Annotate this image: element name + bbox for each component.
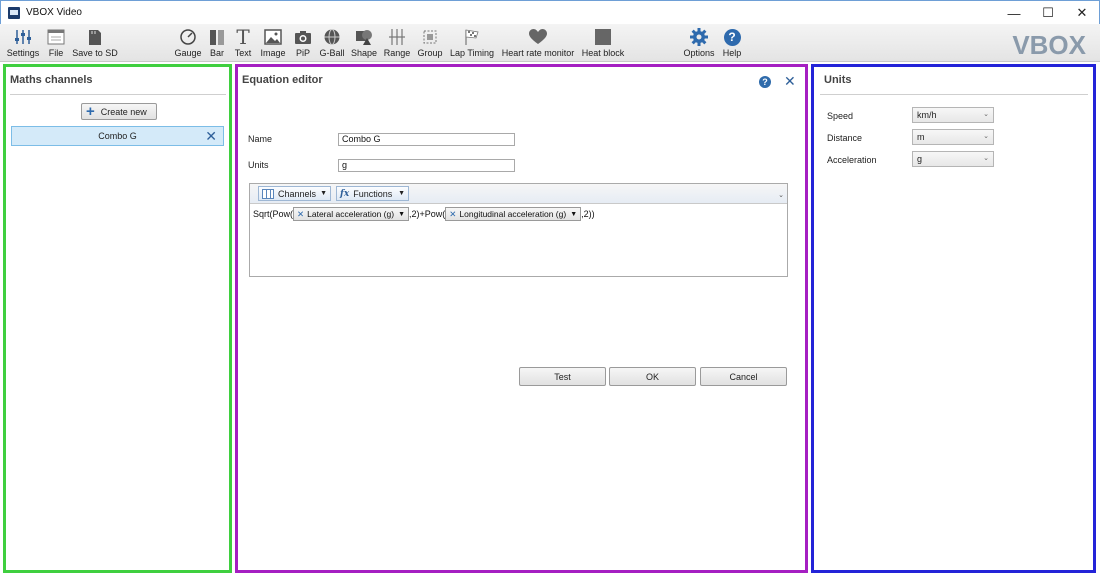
equation-box[interactable]: Channels ▼ fx Functions ▼ ⌄ Sqrt(Pow( ✕ … bbox=[249, 183, 788, 277]
lap-timing-button[interactable]: Lap Timing bbox=[449, 27, 495, 60]
heat-block-button[interactable]: Heat block bbox=[581, 27, 625, 60]
help-button[interactable]: ? Help bbox=[720, 27, 744, 60]
test-button[interactable]: Test bbox=[519, 367, 606, 386]
gear-icon bbox=[690, 27, 708, 47]
chevron-down-icon: ⌄ bbox=[983, 111, 989, 118]
group-icon bbox=[421, 27, 439, 47]
satellite-icon: ✕ bbox=[449, 208, 457, 219]
vbox-logo: VBOX bbox=[1012, 30, 1086, 60]
distance-label: Distance bbox=[827, 133, 863, 143]
bar-button[interactable]: Bar bbox=[207, 27, 227, 60]
settings-button[interactable]: Settings bbox=[6, 27, 40, 60]
units-field[interactable]: g bbox=[338, 159, 515, 172]
create-new-button[interactable]: + Create new bbox=[81, 103, 157, 120]
shape-icon bbox=[355, 27, 373, 47]
text-button[interactable]: T Text bbox=[232, 27, 254, 60]
units-label: Units bbox=[248, 160, 269, 170]
main-toolbar: Settings File Save to SD Gauge Bar T Tex… bbox=[0, 24, 1100, 62]
speed-unit-select[interactable]: km/h ⌄ bbox=[912, 107, 994, 123]
save-to-sd-button[interactable]: Save to SD bbox=[72, 27, 118, 60]
maximize-button[interactable]: ☐ bbox=[1031, 1, 1065, 25]
longitudinal-acceleration-chip[interactable]: ✕ Longitudinal acceleration (g) ▼ bbox=[445, 207, 582, 221]
g-ball-button[interactable]: G-Ball bbox=[318, 27, 346, 60]
heart-rate-monitor-button[interactable]: Heart rate monitor bbox=[501, 27, 575, 60]
chevron-down-icon: ⌄ bbox=[983, 155, 989, 162]
globe-icon bbox=[323, 27, 341, 47]
shape-button[interactable]: Shape bbox=[350, 27, 378, 60]
cancel-button[interactable]: Cancel bbox=[700, 367, 787, 386]
chevron-down-icon: ⌄ bbox=[983, 133, 989, 140]
equation-editor-title: Equation editor bbox=[242, 74, 323, 86]
satellite-icon: ✕ bbox=[297, 208, 305, 219]
close-window-button[interactable]: ✕ bbox=[1065, 1, 1099, 25]
channel-name: Combo G bbox=[98, 131, 137, 141]
distance-unit-select[interactable]: m ⌄ bbox=[912, 129, 994, 145]
lateral-acceleration-chip[interactable]: ✕ Lateral acceleration (g) ▼ bbox=[293, 207, 410, 221]
minimize-button[interactable]: — bbox=[997, 1, 1031, 25]
checkered-flag-icon bbox=[463, 27, 481, 47]
channels-dropdown[interactable]: Channels ▼ bbox=[258, 186, 331, 201]
function-icon: fx bbox=[340, 188, 350, 199]
plus-icon: + bbox=[86, 102, 95, 120]
sd-card-icon bbox=[88, 27, 102, 47]
name-label: Name bbox=[248, 134, 273, 144]
equation-toolbar: Channels ▼ fx Functions ▼ ⌄ bbox=[250, 184, 787, 204]
chevron-down-icon: ▼ bbox=[570, 210, 578, 218]
close-icon[interactable]: ✕ bbox=[784, 73, 796, 90]
range-button[interactable]: Range bbox=[383, 27, 411, 60]
acceleration-unit-select[interactable]: g ⌄ bbox=[912, 151, 994, 167]
functions-dropdown[interactable]: fx Functions ▼ bbox=[336, 186, 409, 201]
pip-button[interactable]: PiP bbox=[292, 27, 314, 60]
equation-editor-panel: Equation editor ? ✕ Name Combo G Units g… bbox=[235, 64, 808, 573]
image-button[interactable]: Image bbox=[259, 27, 287, 60]
range-icon bbox=[388, 27, 406, 47]
text-icon: T bbox=[236, 25, 250, 49]
speed-label: Speed bbox=[827, 111, 854, 121]
divider bbox=[820, 94, 1088, 95]
maths-channels-panel: Maths channels + Create new Combo G ✕ bbox=[3, 64, 232, 573]
create-new-label: Create new bbox=[100, 106, 147, 117]
help-icon: ? bbox=[723, 27, 741, 47]
gauge-icon bbox=[179, 27, 197, 47]
chevron-down-icon: ▼ bbox=[398, 190, 405, 197]
heart-icon bbox=[529, 27, 547, 47]
table-icon bbox=[262, 188, 274, 199]
chevron-down-icon: ▼ bbox=[398, 210, 406, 218]
help-icon[interactable]: ? bbox=[759, 76, 771, 88]
gauge-button[interactable]: Gauge bbox=[174, 27, 202, 60]
list-item[interactable]: Combo G ✕ bbox=[11, 126, 224, 146]
options-button[interactable]: Options bbox=[682, 27, 716, 60]
image-icon bbox=[264, 27, 282, 47]
window-title: VBOX Video bbox=[26, 7, 82, 18]
app-icon bbox=[8, 6, 20, 19]
formula-text[interactable]: Sqrt(Pow( ✕ Lateral acceleration (g) ▼ ,… bbox=[253, 206, 595, 222]
delete-channel-icon[interactable]: ✕ bbox=[205, 128, 217, 145]
file-icon bbox=[47, 27, 65, 47]
group-button[interactable]: Group bbox=[416, 27, 444, 60]
chevron-down-icon: ▼ bbox=[320, 190, 327, 197]
sliders-icon bbox=[14, 27, 32, 47]
toolbar-overflow-icon[interactable]: ⌄ bbox=[778, 191, 784, 199]
bar-icon bbox=[209, 27, 225, 47]
title-bar: VBOX Video — ☐ ✕ bbox=[0, 0, 1100, 24]
camera-icon bbox=[294, 27, 312, 47]
divider bbox=[10, 94, 226, 95]
units-panel: Units Speed km/h ⌄ Distance m ⌄ Accelerati… bbox=[811, 64, 1096, 573]
maths-channels-title: Maths channels bbox=[10, 74, 93, 86]
units-title: Units bbox=[824, 74, 852, 86]
ok-button[interactable]: OK bbox=[609, 367, 696, 386]
heat-block-icon bbox=[595, 27, 611, 47]
name-field[interactable]: Combo G bbox=[338, 133, 515, 146]
file-button[interactable]: File bbox=[46, 27, 66, 60]
acceleration-label: Acceleration bbox=[827, 155, 877, 165]
